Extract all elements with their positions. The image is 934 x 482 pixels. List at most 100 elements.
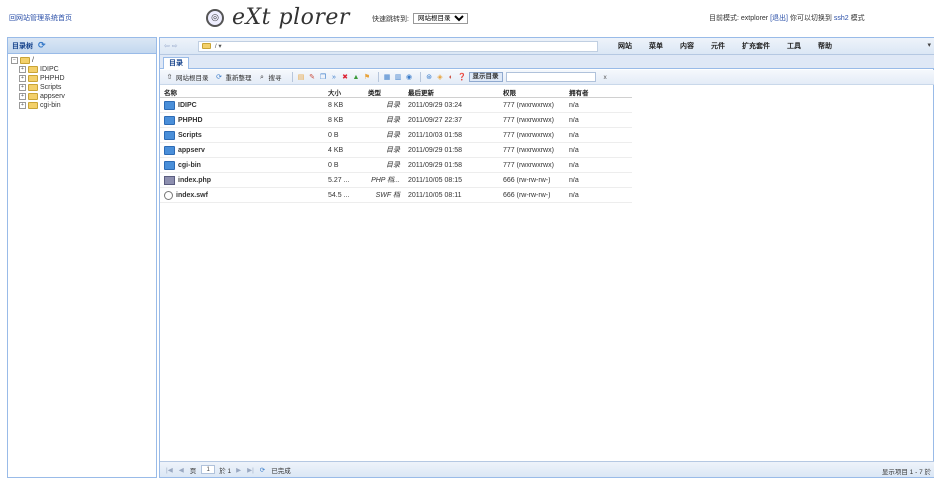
file-name: appserv	[178, 146, 205, 154]
status-text: 已完成	[271, 467, 291, 475]
table-row[interactable]: cgi-bin 0 B 目录 2011/09/29 01:58 777 (rwxrwxr…	[160, 158, 632, 173]
tab-directory[interactable]: 目录	[163, 57, 189, 69]
column-header-name[interactable]: 名称	[160, 87, 324, 97]
extract-icon[interactable]: ◈	[436, 73, 445, 82]
cell-modified: 2011/09/29 01:58	[408, 146, 462, 154]
navigation-bar: ⇦ ⇨ / ▾ 网站 菜单 内容 元件 扩充套件 工具 帮助 ▾	[160, 38, 934, 55]
refresh-tree-icon[interactable]: ⟳	[38, 40, 46, 51]
cell-size: 5.27 ...	[328, 176, 350, 184]
prev-page-icon[interactable]: ◀	[179, 466, 184, 474]
cell-modified: 2011/10/05 08:11	[408, 191, 462, 199]
tree-root[interactable]: − /	[11, 56, 153, 65]
refresh-icon[interactable]: ⟳	[260, 466, 265, 474]
show-dirs-button[interactable]: 显示目录	[468, 72, 503, 82]
quick-jump-select[interactable]: 网站根目录	[412, 13, 468, 24]
expand-icon[interactable]: +	[19, 93, 26, 100]
cell-size: 8 KB	[328, 101, 344, 109]
table-row[interactable]: IDIPC 8 KB 目录 2011/09/29 03:24 777 (rwxrwxrw…	[160, 98, 632, 113]
tree-item-scripts[interactable]: + Scripts	[11, 83, 153, 92]
delete-icon[interactable]: ✖	[341, 73, 350, 82]
logo-badge-icon: ◎	[206, 8, 224, 27]
upload-icon[interactable]: ◉	[405, 73, 414, 82]
menu-content[interactable]: 内容	[680, 41, 694, 51]
clear-filter-icon[interactable]: x	[604, 74, 607, 81]
copy-icon[interactable]: ❐	[319, 73, 328, 82]
cell-permissions: 777 (rwxrwxrwx)	[503, 161, 554, 169]
path-field[interactable]: / ▾	[198, 41, 598, 52]
toolbar-separator	[419, 72, 421, 82]
logout-link[interactable]: [退出]	[770, 15, 788, 22]
back-forward-icon[interactable]: ⇦ ⇨	[164, 42, 178, 50]
menu-dropdown-icon[interactable]: ▾	[927, 41, 931, 49]
tree-title: 目录树	[12, 42, 33, 50]
reload-button[interactable]: ⟳ 重新整理	[215, 72, 251, 83]
tree-item-idipc[interactable]: + IDIPC	[11, 65, 153, 74]
menu-extensions[interactable]: 扩充套件	[742, 41, 770, 51]
menu-menus[interactable]: 菜单	[649, 41, 663, 51]
toolbar-separator	[291, 72, 293, 82]
quick-jump-label: 快速跳转到:	[372, 15, 409, 23]
expand-icon[interactable]: +	[19, 66, 26, 73]
swf-file-icon	[164, 190, 173, 200]
cell-type: 目录	[386, 117, 400, 124]
table-row[interactable]: index.php 5.27 ... PHP 档... 2011/10/05 08:1…	[160, 173, 632, 188]
table-row[interactable]: index.swf 54.5 ... SWF 档 2011/10/05 08:11 66…	[160, 188, 632, 203]
menu-tools[interactable]: 工具	[787, 41, 801, 51]
expand-icon[interactable]: +	[19, 84, 26, 91]
archive-icon[interactable]: ⊛	[425, 73, 434, 82]
column-header-size[interactable]: 大小	[324, 87, 364, 97]
edit-icon[interactable]: ✎	[308, 73, 317, 82]
collapse-icon[interactable]: −	[11, 57, 18, 64]
file-name: index.php	[178, 176, 212, 184]
folder-icon	[28, 66, 38, 73]
rename-icon[interactable]: ▲	[352, 73, 361, 82]
cell-permissions: 777 (rwxrwxrwx)	[503, 131, 554, 139]
expand-icon[interactable]: +	[19, 75, 26, 82]
column-header-permissions[interactable]: 权限	[499, 87, 565, 97]
tree-item-cgi-bin[interactable]: + cgi-bin	[11, 101, 153, 110]
cell-name: IDIPC	[160, 100, 324, 110]
search-button[interactable]: ⌕ 搜寻	[258, 72, 281, 83]
cell-size: 54.5 ...	[328, 191, 350, 199]
chmod-icon[interactable]: ⚑	[363, 73, 372, 82]
column-header-owner[interactable]: 拥有者	[565, 87, 632, 97]
tree-item-appserv[interactable]: + appserv	[11, 92, 153, 101]
page-number-input[interactable]: 1	[201, 465, 216, 474]
view-icon[interactable]: ▦	[383, 73, 392, 82]
directory-tree: − / + IDIPC + PHPHD + Scripts + appserv …	[8, 54, 156, 112]
table-row[interactable]: PHPHD 8 KB 目录 2011/09/27 22:37 777 (rwxrwxrw…	[160, 113, 632, 128]
file-name: PHPHD	[178, 116, 203, 124]
cell-owner: n/a	[569, 146, 579, 154]
toolbar-separator	[377, 72, 379, 82]
filter-input[interactable]	[505, 72, 596, 82]
cell-permissions: 666 (rw-rw-rw-)	[503, 191, 551, 199]
table-row[interactable]: appserv 4 KB 目录 2011/09/29 01:58 777 (rwxrwx…	[160, 143, 632, 158]
file-name: IDIPC	[178, 101, 197, 109]
download-icon[interactable]: ▥	[394, 73, 403, 82]
menu-help[interactable]: 帮助	[818, 41, 832, 51]
mode-prefix: 目前模式: extplorer	[709, 15, 769, 22]
expand-icon[interactable]: +	[19, 102, 26, 109]
menu-components[interactable]: 元件	[711, 41, 725, 51]
next-page-icon[interactable]: ▶	[236, 466, 241, 474]
column-header-type[interactable]: 类型	[364, 87, 404, 97]
back-to-admin-link[interactable]: 回网站管理系统首页	[9, 13, 72, 23]
tree-item-phphd[interactable]: + PHPHD	[11, 74, 153, 83]
table-row[interactable]: Scripts 0 B 目录 2011/10/03 01:58 777 (rwxrwxr…	[160, 128, 632, 143]
admin-icon[interactable]: ◐	[447, 73, 456, 82]
move-icon[interactable]: »	[330, 73, 339, 82]
cell-name: index.swf	[160, 190, 324, 200]
logo: ◎ eXt plorer	[206, 5, 350, 30]
column-header-modified[interactable]: 最后更新	[404, 87, 499, 97]
last-page-icon[interactable]: ▶|	[247, 466, 254, 474]
ssh2-link[interactable]: ssh2	[834, 15, 849, 22]
folder-icon	[164, 145, 175, 155]
first-page-icon[interactable]: |◀	[166, 466, 173, 474]
help-icon[interactable]: ❓	[458, 73, 467, 82]
menu-site[interactable]: 网站	[618, 41, 632, 51]
parent-dir-button[interactable]: ⇧ 网站根目录	[165, 72, 209, 83]
directory-tree-panel: 目录树 ⟳ − / + IDIPC + PHPHD + Scripts + ap…	[7, 37, 157, 478]
folder-icon	[28, 84, 38, 91]
new-file-icon[interactable]: ▤	[297, 73, 306, 82]
folder-icon	[28, 93, 38, 100]
